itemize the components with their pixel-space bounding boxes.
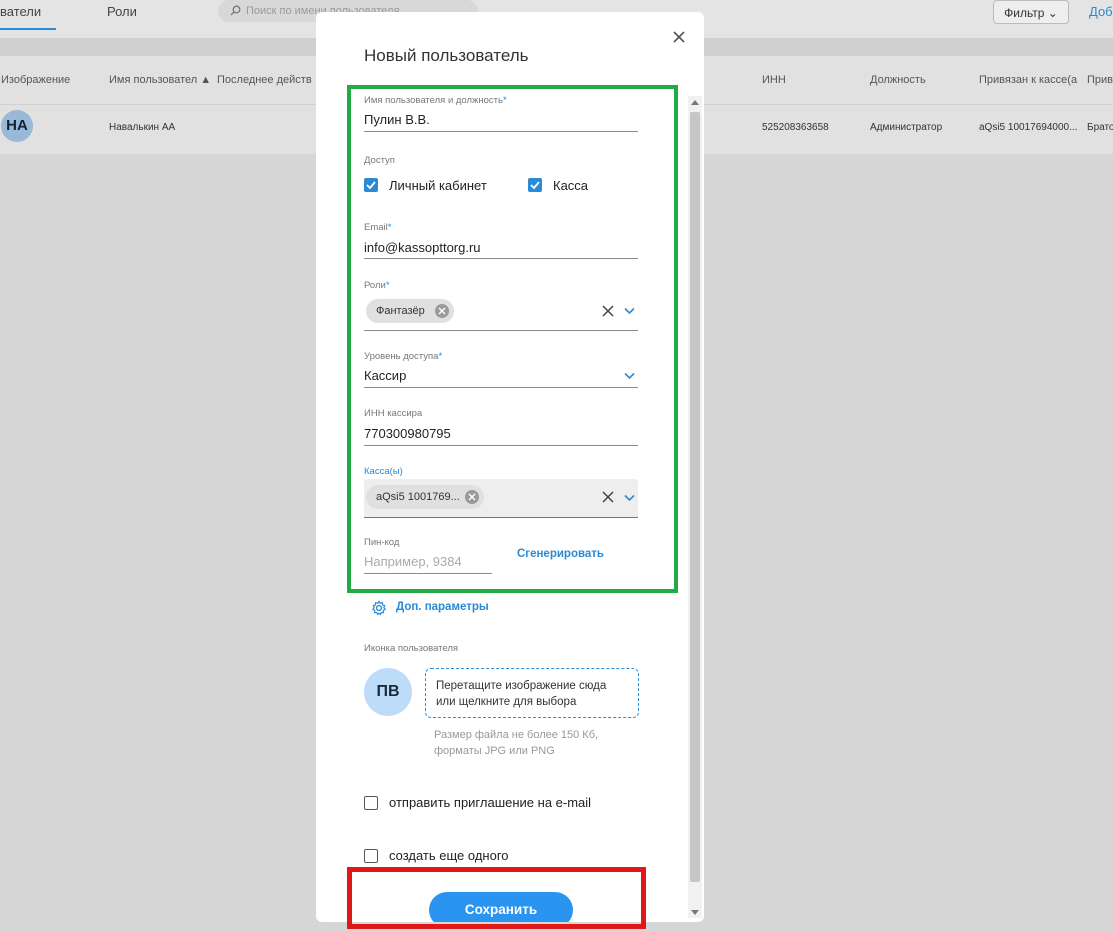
clear-icon[interactable]	[602, 305, 614, 317]
personal-cabinet-checkbox[interactable]	[364, 178, 378, 192]
send-invite-checkbox[interactable]	[364, 796, 378, 810]
column-header-inn[interactable]: ИНН	[762, 74, 786, 86]
username-underline	[364, 131, 638, 132]
generate-pin-button[interactable]: Сгенерировать	[517, 548, 604, 560]
kassa-chip-label: aQsi5 1001769...	[376, 491, 460, 503]
chip-remove-icon[interactable]	[465, 490, 479, 504]
kassa-checkbox-label: Касса	[553, 178, 589, 193]
column-header-kassa[interactable]: Привязан к кассе(а	[979, 74, 1077, 86]
column-header-last-action[interactable]: Последнее действ	[217, 74, 312, 86]
create-another-checkbox[interactable]	[364, 849, 378, 863]
pin-underline	[364, 573, 492, 574]
pin-label: Пин-код	[364, 537, 400, 548]
table-cell-inn: 525208363658	[762, 122, 829, 133]
clear-icon[interactable]	[602, 491, 614, 503]
email-label: Email*	[364, 222, 392, 233]
send-invite-label: отправить приглашение на e-mail	[389, 795, 592, 810]
personal-cabinet-label: Личный кабинет	[389, 178, 487, 193]
table-cell-name: Навалькин АА	[109, 122, 176, 133]
kassa-label: Касса(ы)	[364, 466, 403, 477]
roles-underline	[364, 330, 638, 331]
add-user-link[interactable]: Доб	[1089, 4, 1113, 19]
image-drop-zone[interactable]: Перетащите изображение сюда или щелкните…	[425, 668, 639, 718]
chevron-down-icon[interactable]	[624, 372, 635, 380]
tab-roles[interactable]: Роли	[107, 4, 137, 19]
scroll-down-icon[interactable]	[691, 910, 699, 915]
extra-params-button[interactable]: Доп. параметры	[396, 601, 489, 613]
access-level-select[interactable]: Кассир	[364, 368, 406, 383]
modal-title: Новый пользователь	[364, 46, 529, 65]
avatar: ПВ	[364, 668, 412, 716]
cashier-inn-underline	[364, 445, 638, 446]
column-header-image[interactable]: Изображение	[1, 74, 70, 86]
email-field[interactable]: info@kassopttorg.ru	[364, 240, 481, 255]
create-another-label: создать еще одного	[389, 848, 509, 863]
chevron-down-icon[interactable]	[624, 307, 635, 315]
cashier-inn-field[interactable]: 770300980795	[364, 426, 451, 441]
search-icon	[230, 5, 241, 16]
access-level-label: Уровень доступа*	[364, 351, 443, 362]
column-header-position[interactable]: Должность	[870, 74, 926, 86]
pin-input[interactable]: Например, 9384	[364, 554, 462, 569]
roles-label: Роли*	[364, 280, 390, 291]
username-field[interactable]: Пулин В.В.	[364, 112, 430, 127]
filter-button[interactable]: Фильтр ⌄	[993, 0, 1069, 24]
kassa-chip[interactable]: aQsi5 1001769...	[366, 485, 484, 509]
sort-asc-icon: ▲	[200, 74, 212, 86]
access-level-underline	[364, 387, 638, 388]
checkmark-icon	[366, 181, 376, 190]
chevron-down-icon[interactable]	[624, 494, 635, 502]
gear-icon[interactable]	[371, 600, 387, 616]
column-header-extra[interactable]: Прив	[1087, 74, 1113, 86]
column-header-username[interactable]: Имя пользовател ▲	[109, 74, 211, 86]
role-chip-label: Фантазёр	[376, 305, 425, 317]
avatar: НА	[1, 110, 33, 142]
new-user-modal: Новый пользователь Имя пользователя и до…	[316, 12, 704, 922]
save-button[interactable]: Сохранить	[429, 892, 573, 922]
chevron-down-icon: ⌄	[1047, 6, 1058, 20]
close-icon[interactable]	[670, 28, 688, 46]
active-tab-underline	[0, 28, 56, 30]
scrollbar-thumb[interactable]	[690, 112, 700, 882]
kassa-underline	[364, 517, 638, 518]
access-label: Доступ	[364, 155, 395, 166]
table-cell-kassa: aQsi5 10017694000...	[979, 122, 1078, 133]
email-underline	[364, 258, 638, 259]
file-size-hint: Размер файла не более 150 Кб, форматы JP…	[434, 729, 599, 757]
cashier-inn-label: ИНН кассира	[364, 408, 423, 419]
table-cell-position: Администратор	[870, 122, 943, 133]
chip-remove-icon[interactable]	[435, 304, 449, 318]
user-icon-label: Иконка пользователя	[364, 643, 459, 654]
tab-users[interactable]: ватели	[0, 4, 56, 19]
table-cell-extra: Брато	[1087, 122, 1113, 133]
scroll-up-icon[interactable]	[691, 100, 699, 105]
filter-label: Фильтр	[1004, 6, 1045, 20]
username-label: Имя пользователя и должность*	[364, 95, 507, 106]
checkmark-icon	[530, 181, 540, 190]
kassa-checkbox[interactable]	[528, 178, 542, 192]
role-chip[interactable]: Фантазёр	[366, 299, 454, 323]
